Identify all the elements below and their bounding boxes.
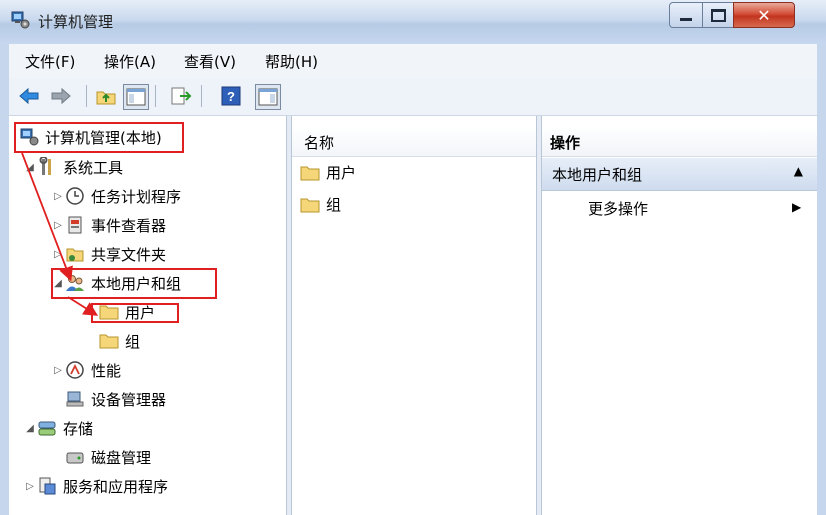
performance-icon: [65, 360, 85, 380]
shared-folder-icon: [65, 244, 85, 264]
maximize-icon: [710, 8, 726, 22]
toolbar: ?: [0, 78, 826, 116]
collapsed-arrow-icon[interactable]: ▷: [51, 249, 65, 260]
show-hide-tree-button[interactable]: [123, 84, 149, 110]
tree-item-event-viewer[interactable]: ▷ 事件查看器: [51, 212, 166, 238]
device-manager-icon: [65, 389, 85, 409]
menu-file[interactable]: 文件(F): [25, 51, 75, 72]
collapsed-arrow-icon[interactable]: ▷: [51, 220, 65, 231]
tree-item-task-scheduler[interactable]: ▷ 任务计划程序: [51, 183, 181, 209]
maximize-button[interactable]: [702, 2, 734, 28]
minimize-button[interactable]: [669, 2, 703, 28]
show-hide-tree-icon: [126, 88, 146, 106]
window-frame-left: [0, 116, 9, 515]
column-header-label: 名称: [304, 134, 335, 152]
forward-icon: [51, 87, 71, 105]
tree-item-label: 共享文件夹: [91, 245, 167, 264]
window-title: 计算机管理: [38, 13, 114, 31]
action-group-label: 本地用户和组: [552, 166, 643, 184]
folder-icon: [300, 163, 320, 183]
storage-icon: [37, 418, 57, 438]
svg-text:?: ?: [227, 89, 235, 104]
folder-icon: [300, 195, 320, 215]
collapsed-arrow-icon[interactable]: ▷: [51, 191, 65, 202]
expanded-arrow-icon[interactable]: ◢: [23, 162, 37, 173]
up-folder-icon: [96, 91, 116, 105]
tree-item-label: 磁盘管理: [91, 448, 152, 467]
menu-view[interactable]: 查看(V): [184, 51, 236, 72]
forward-button[interactable]: [49, 84, 73, 108]
tree-item-label: 事件查看器: [91, 216, 167, 235]
collapse-up-icon[interactable]: ▲: [794, 164, 803, 178]
menu-bar: 文件(F) 操作(A) 查看(V) 帮助(H): [0, 44, 826, 78]
tree-item-shared-folders[interactable]: ▷ 共享文件夹: [51, 241, 166, 267]
tree-item-label: 设备管理器: [91, 390, 167, 409]
list-item-groups[interactable]: 组: [300, 194, 341, 215]
services-icon: [37, 476, 57, 496]
export-icon: [171, 87, 192, 105]
submenu-arrow-icon[interactable]: ▶: [792, 200, 801, 214]
column-header-name[interactable]: 名称: [292, 126, 536, 157]
help-icon: ?: [221, 86, 241, 106]
console-tree: 计算机管理(本地) ◢ 系统工具 ▷ 任务计划程序 ▷ 事件查看器 ▷ 共享文件…: [9, 116, 286, 515]
collapsed-arrow-icon[interactable]: ▷: [23, 481, 37, 492]
tree-item-system-tools[interactable]: ◢ 系统工具: [23, 154, 123, 180]
tree-item-label: 服务和应用程序: [63, 477, 169, 496]
tree-item-services-apps[interactable]: ▷ 服务和应用程序: [23, 473, 168, 499]
tree-item-groups[interactable]: 组: [99, 328, 140, 354]
annotation-highlight-box: [14, 122, 184, 153]
toolbar-separator: [201, 85, 202, 107]
list-item-label: 组: [326, 196, 342, 214]
tree-item-performance[interactable]: ▷ 性能: [51, 357, 121, 383]
tree-item-label: 组: [125, 332, 141, 351]
action-pane-title: 操作: [550, 134, 581, 152]
title-bar: 计算机管理 ✕: [0, 0, 826, 44]
help-button[interactable]: ?: [219, 84, 243, 108]
expanded-arrow-icon[interactable]: ◢: [23, 423, 37, 434]
tree-item-label: 性能: [91, 361, 122, 380]
close-icon: ✕: [757, 5, 771, 25]
disk-icon: [65, 447, 85, 467]
tree-item-label: 存储: [63, 419, 94, 438]
tree-item-device-manager[interactable]: 设备管理器: [65, 386, 166, 412]
annotation-highlight-box: [91, 303, 179, 323]
menu-action[interactable]: 操作(A): [104, 51, 156, 72]
toolbar-separator: [155, 85, 156, 107]
action-pane-header: 操作: [542, 126, 817, 157]
clock-icon: [65, 186, 85, 206]
list-item-users[interactable]: 用户: [300, 162, 356, 183]
back-button[interactable]: [17, 84, 41, 108]
up-folder-button[interactable]: [94, 84, 118, 108]
close-button[interactable]: ✕: [733, 2, 795, 28]
show-action-pane-icon: [258, 88, 278, 106]
annotation-highlight-box: [51, 268, 217, 299]
event-viewer-icon: [65, 215, 85, 235]
folder-icon: [99, 331, 119, 351]
action-pane: 操作 本地用户和组 ▲ 更多操作 ▶: [542, 116, 817, 515]
tree-item-disk-management[interactable]: 磁盘管理: [65, 444, 151, 470]
minimize-icon: [680, 17, 692, 21]
tree-item-label: 任务计划程序: [91, 187, 182, 206]
tree-item-label: 系统工具: [63, 158, 124, 177]
more-actions-item[interactable]: 更多操作: [588, 198, 648, 219]
show-action-pane-button[interactable]: [255, 84, 281, 110]
computer-management-icon: [10, 10, 30, 30]
window-frame-right: [817, 116, 826, 515]
menu-help[interactable]: 帮助(H): [265, 51, 318, 72]
result-pane: 名称 用户 组: [292, 116, 536, 515]
tools-icon: [37, 157, 57, 177]
list-item-label: 用户: [326, 164, 357, 182]
export-button[interactable]: [169, 84, 193, 108]
tree-item-storage[interactable]: ◢ 存储: [23, 415, 93, 441]
toolbar-separator: [86, 85, 87, 107]
action-group-local-users-groups[interactable]: 本地用户和组 ▲: [542, 158, 817, 191]
collapsed-arrow-icon[interactable]: ▷: [51, 365, 65, 376]
back-icon: [19, 87, 39, 105]
